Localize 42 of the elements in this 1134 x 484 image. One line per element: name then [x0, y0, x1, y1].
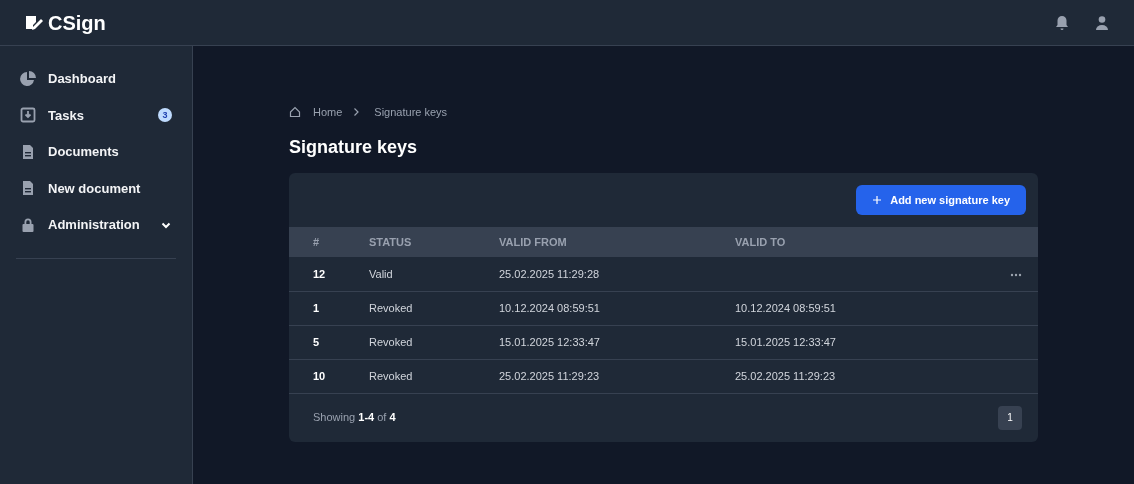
- bell-icon[interactable]: [1054, 14, 1070, 31]
- user-icon[interactable]: [1094, 14, 1110, 31]
- sidebar-item[interactable]: Administration: [16, 208, 176, 242]
- table-cell: Revoked: [369, 301, 413, 314]
- inbox-icon: [20, 107, 36, 124]
- sidebar-item[interactable]: New document: [16, 171, 176, 205]
- sidebar-item[interactable]: Dashboard: [16, 62, 176, 96]
- table-cell: 10.12.2024 08:59:51: [499, 301, 600, 314]
- results-summary: Showing 1-4 of 4: [313, 410, 396, 426]
- add-button[interactable]: Add new signature key: [856, 184, 1026, 215]
- document-icon: [20, 143, 36, 160]
- more-icon[interactable]: [1010, 272, 1022, 277]
- home-icon: [289, 106, 301, 119]
- table-cell: Valid: [369, 267, 393, 280]
- table-cell: 25.02.2025 11:29:23: [735, 369, 836, 382]
- column-header: VALID FROM: [499, 227, 735, 257]
- count-badge: 3: [158, 108, 172, 123]
- table-cell: 5: [313, 335, 320, 348]
- column-header: VALID TO: [735, 227, 978, 257]
- table-cell: 10: [313, 369, 326, 382]
- document-icon: [20, 180, 36, 197]
- table-cell: 15.01.2025 12:33:47: [735, 335, 836, 348]
- column-header: STATUS: [369, 227, 499, 257]
- table-cell: 25.02.2025 11:29:23: [499, 369, 600, 382]
- sidebar-item[interactable]: Tasks 3: [16, 98, 176, 132]
- plus-icon: [872, 194, 883, 205]
- pie-chart-icon: [20, 70, 36, 87]
- breadcrumb-link[interactable]: Signature keys: [374, 104, 448, 121]
- table-cell: Revoked: [369, 369, 413, 382]
- column-header: #: [289, 227, 369, 257]
- table-cell: 1: [313, 301, 320, 314]
- table-cell: Revoked: [369, 335, 413, 348]
- page-title: Signature keys: [289, 135, 419, 159]
- page-button[interactable]: 1: [998, 405, 1022, 430]
- table-cell: 15.01.2025 12:33:47: [499, 335, 600, 348]
- sidebar-item[interactable]: Documents: [16, 135, 176, 169]
- table-cell: 12: [313, 267, 326, 280]
- app-name: CSign: [48, 10, 106, 36]
- breadcrumb-link[interactable]: Home: [313, 104, 343, 121]
- table-cell: 10.12.2024 08:59:51: [735, 301, 836, 314]
- table-cell: 25.02.2025 11:29:28: [499, 267, 600, 280]
- lock-icon: [20, 216, 36, 233]
